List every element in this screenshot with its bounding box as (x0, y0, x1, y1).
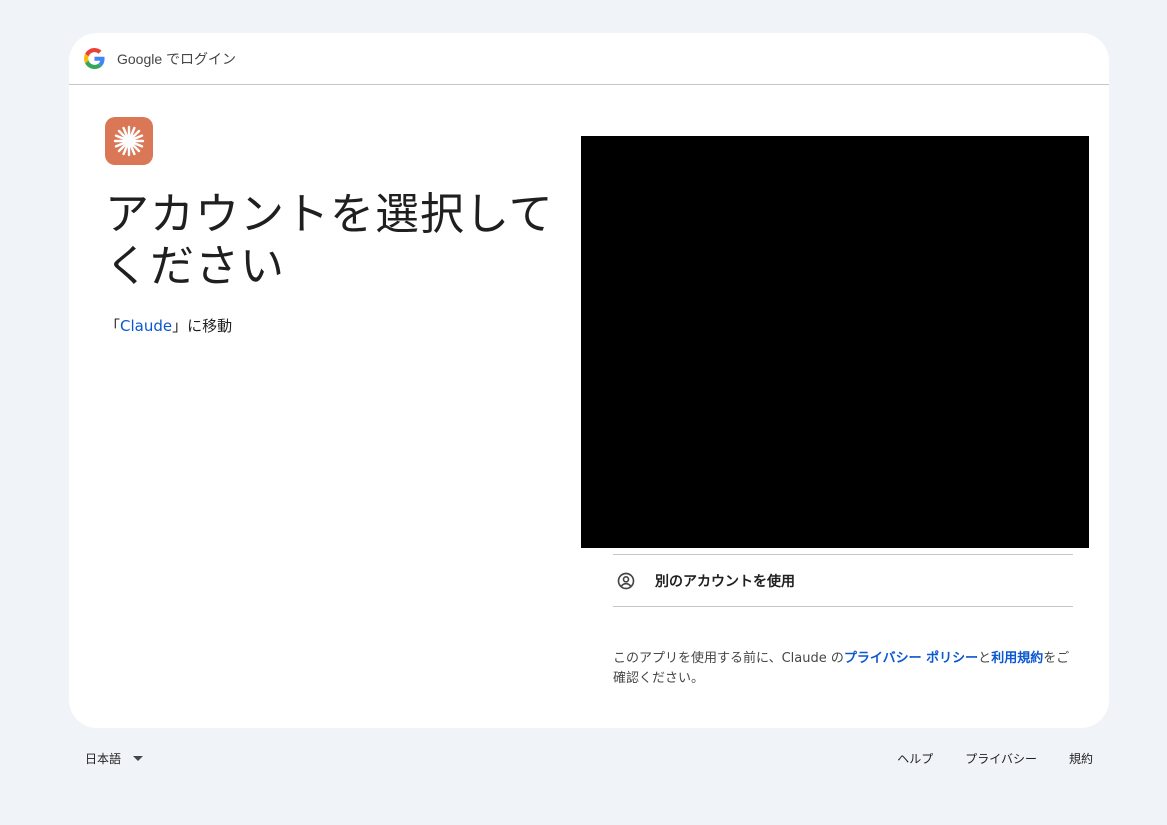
app-name-link[interactable]: Claude (120, 317, 172, 335)
footer: 日本語 ヘルプ プライバシー 規約 (0, 750, 1167, 770)
use-another-account-label: 別のアカウントを使用 (655, 573, 795, 590)
disclaimer-middle: と (978, 651, 992, 666)
privacy-policy-link[interactable]: プライバシー ポリシー (844, 651, 978, 666)
help-link[interactable]: ヘルプ (897, 750, 933, 767)
account-circle-icon (617, 572, 635, 589)
page-title-line2: ください (105, 241, 285, 292)
privacy-disclaimer: このアプリを使用する前に、Claude のプライバシー ポリシーと利用規約をご確… (613, 649, 1073, 689)
login-card: Google でログイン アカウントを選択して ください 「Claude」に移動… (69, 33, 1109, 728)
left-panel: アカウントを選択して ください 「Claude」に移動 (105, 117, 565, 336)
terms-footer-link[interactable]: 規約 (1069, 750, 1093, 767)
footer-links: ヘルプ プライバシー 規約 (897, 750, 1093, 767)
card-header: Google でログイン (69, 33, 1109, 85)
google-g-icon (84, 48, 105, 69)
use-another-account-button[interactable]: 別のアカウントを使用 (613, 554, 1073, 607)
caret-down-icon (133, 756, 144, 761)
right-panel: 別のアカウントを使用 このアプリを使用する前に、Claude のプライバシー ポ… (581, 136, 1089, 689)
header-title: Google でログイン (117, 50, 237, 67)
claude-spark-icon (105, 117, 153, 165)
spark-glyph (113, 125, 145, 157)
disclaimer-prefix: このアプリを使用する前に、Claude の (613, 651, 844, 666)
terms-link[interactable]: 利用規約 (991, 651, 1043, 666)
page-title-line1: アカウントを選択して (105, 189, 554, 240)
account-list-area[interactable] (581, 136, 1089, 548)
language-selector[interactable]: 日本語 (85, 750, 144, 767)
sub-suffix: 」に移動 (172, 317, 233, 335)
privacy-link[interactable]: プライバシー (965, 750, 1037, 767)
sub-prefix: 「 (105, 317, 121, 335)
page-title: アカウントを選択して ください (105, 189, 565, 293)
language-label: 日本語 (85, 752, 122, 766)
continue-to-app: 「Claude」に移動 (105, 315, 565, 336)
